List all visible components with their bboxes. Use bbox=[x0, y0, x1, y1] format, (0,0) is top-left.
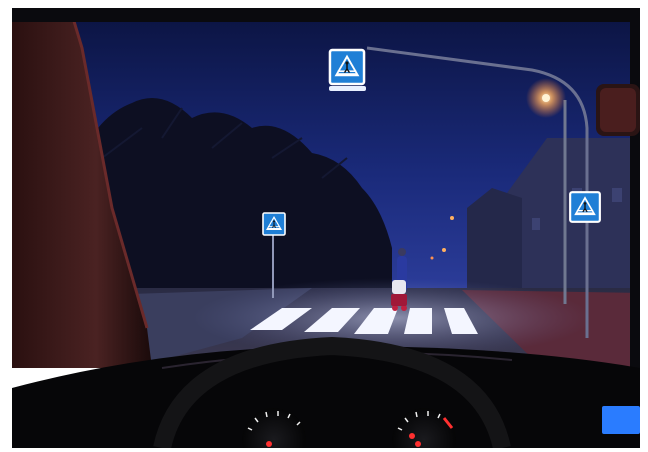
warning-indicator-right bbox=[409, 433, 415, 439]
distant-light-1 bbox=[442, 248, 446, 252]
warning-indicator-right-2 bbox=[415, 441, 421, 447]
left-crossing-sign bbox=[262, 212, 286, 236]
overhead-crossing-sign bbox=[328, 48, 366, 86]
right-pillar bbox=[630, 8, 640, 388]
rearview-mirror-edge bbox=[600, 88, 636, 132]
night-crosswalk-scene bbox=[12, 8, 640, 448]
overhead-sign-light-bar bbox=[329, 86, 366, 91]
windshield-top-frame bbox=[12, 8, 640, 22]
right-crossing-sign bbox=[569, 191, 601, 223]
distant-light-2 bbox=[450, 216, 454, 220]
infotainment-display bbox=[602, 406, 640, 434]
building-window-2 bbox=[612, 188, 622, 202]
warning-indicator-left bbox=[266, 441, 272, 447]
distant-light-3 bbox=[430, 256, 434, 260]
building-window-3 bbox=[532, 218, 540, 230]
photo-frame bbox=[12, 8, 640, 448]
street-lamp-bulb bbox=[542, 94, 550, 102]
